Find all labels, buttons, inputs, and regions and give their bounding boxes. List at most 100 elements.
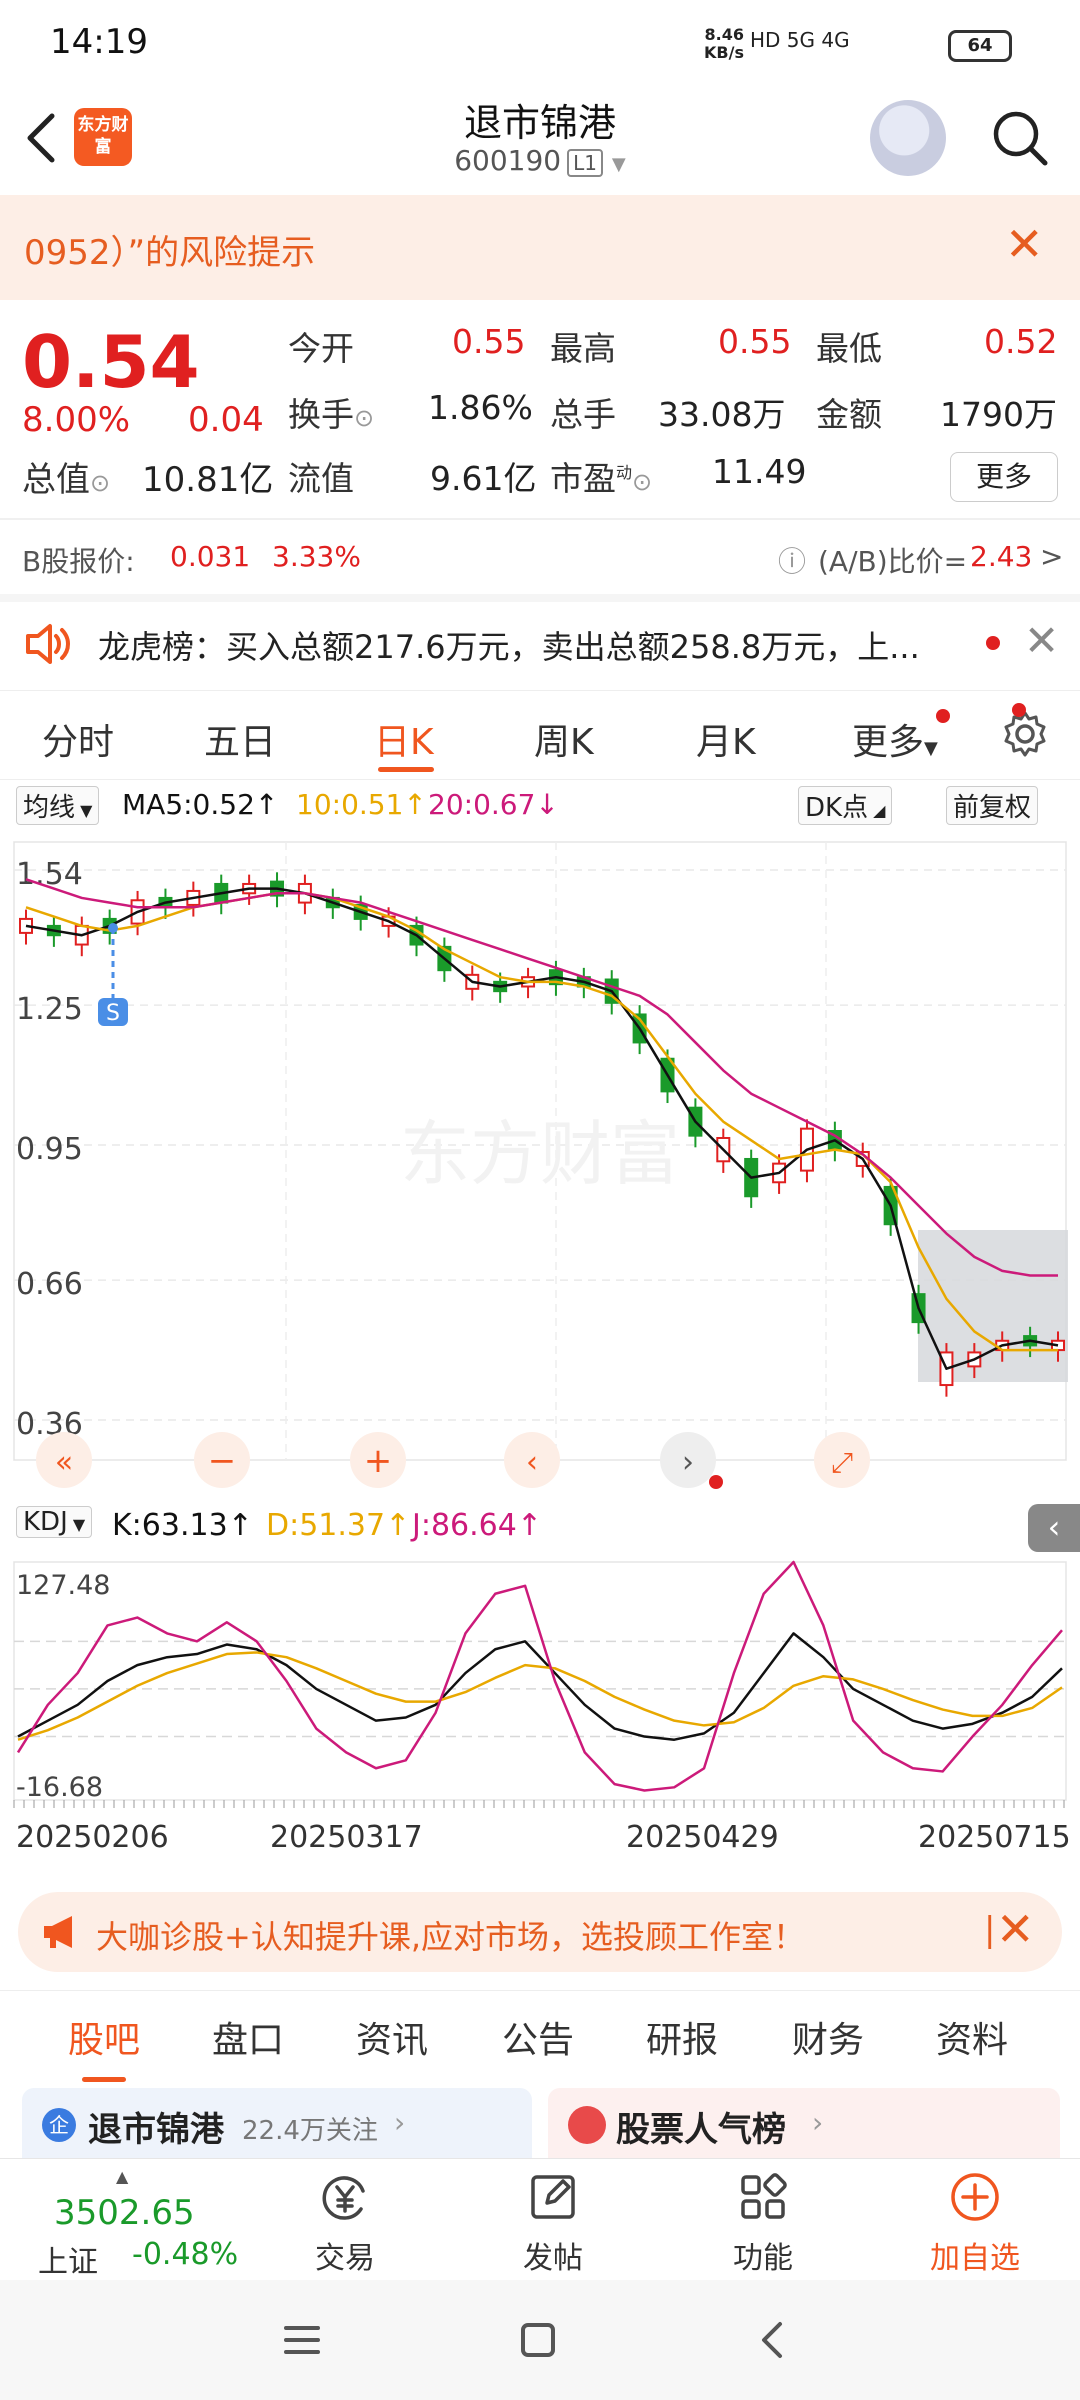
dragon-list-banner[interactable]: 龙虎榜：买入总额217.6万元，卖出总额258.8万元，上... ✕: [0, 600, 1080, 688]
ma-indicator-bar: 均线 ▼ MA5:0.52↑ 10:0.51↑ 20:0.67↓ DK点 ◢ 前…: [0, 782, 1080, 828]
mktcap-label[interactable]: 总值⊙: [22, 452, 110, 501]
unread-dot: [986, 636, 1000, 650]
ma20-line: [25, 878, 1058, 1277]
b-share-price: 0.031: [170, 540, 251, 573]
pe-label[interactable]: 市盈动⊙: [550, 452, 652, 500]
index-name: 上证: [38, 2245, 98, 2280]
plus-circle-icon: [951, 2173, 999, 2221]
tab-monthly-k[interactable]: 月K: [696, 713, 756, 765]
float-value: 9.61亿: [430, 459, 537, 498]
pe-value: 11.49: [712, 452, 807, 491]
net-speed: 8.46 KB/s: [704, 25, 744, 62]
follower-count: 22.4万关注: [242, 2116, 378, 2146]
close-icon[interactable]: ✕: [1024, 616, 1059, 665]
tab-profile[interactable]: 资料: [936, 2011, 1008, 2063]
index-pct: -0.48%: [132, 2237, 239, 2272]
speaker-icon: [26, 624, 70, 664]
assistant-robot-icon[interactable]: [870, 100, 946, 176]
forum-title: 退市锦港: [88, 2110, 224, 2150]
chart-badge-icon: [568, 2106, 606, 2144]
bottom-toolbar: ▲ 3502.65 上证 -0.48% 交易 发帖 功能 加自选: [0, 2158, 1080, 2280]
megaphone-icon: [44, 1916, 72, 1948]
post-button[interactable]: 发帖: [508, 2169, 598, 2277]
more-button[interactable]: 更多: [950, 452, 1058, 502]
search-icon[interactable]: [990, 108, 1050, 168]
collapse-panel-button[interactable]: ‹: [1028, 1504, 1080, 1552]
add-watchlist-button[interactable]: 加自选: [920, 2169, 1030, 2277]
chevron-right-icon: ›: [394, 2106, 406, 2139]
ma20-value: 20:0.67↓: [428, 788, 559, 821]
kdj-indicator-bar: KDJ ▼ K:63.13↑ D:51.37↑ J:86.64↑ ‹: [0, 1500, 1080, 1552]
b-share-pct: 3.33%: [272, 540, 361, 573]
enterprise-badge-icon: 企: [42, 2108, 76, 2142]
caret-up-icon: ▲: [116, 2167, 129, 2186]
open-label: 今开: [288, 329, 354, 368]
turnover-label[interactable]: 换手⊙: [288, 388, 374, 436]
content-tabs: 股吧 盘口 资讯 公告 研报 财务 资料: [0, 1990, 1080, 2091]
back-icon[interactable]: [754, 2320, 794, 2360]
trade-button[interactable]: 交易: [300, 2169, 390, 2277]
kline-chart[interactable]: 1.541.250.950.660.36 东方财富 S « − + ‹ › ⤢: [0, 828, 1080, 1500]
tab-daily-k[interactable]: 日K: [374, 713, 434, 765]
kdj-chart[interactable]: 127.48 -16.68: [0, 1552, 1080, 1830]
kdj-k-value: K:63.13↑: [112, 1508, 253, 1543]
s-marker[interactable]: S: [98, 923, 128, 1026]
tab-more[interactable]: 更多▼: [852, 713, 938, 765]
ma-selector[interactable]: 均线 ▼: [16, 786, 100, 825]
home-icon[interactable]: [518, 2320, 558, 2360]
ma5-value: MA5:0.52↑: [122, 788, 279, 821]
expand-icon: ⤢: [831, 1446, 853, 1479]
unread-dot: [1012, 703, 1026, 717]
plus-icon: +: [364, 1441, 393, 1481]
index-widget[interactable]: ▲ 3502.65 上证 -0.48%: [20, 2167, 250, 2280]
chevron-right-icon: >: [1040, 540, 1064, 573]
kdj-d-value: D:51.37↑: [266, 1508, 411, 1543]
double-chevron-left-icon: «: [55, 1445, 73, 1480]
help-icon[interactable]: ⓘ: [778, 540, 806, 580]
promo-banner[interactable]: 大咖诊股+认知提升课,应对市场，选投顾工作室！ | ✕: [18, 1892, 1062, 1972]
edit-icon: [531, 2175, 575, 2219]
risk-banner[interactable]: 0952）”的风险提示 ✕: [0, 195, 1080, 300]
menu-icon[interactable]: [282, 2320, 322, 2360]
kdj-j-value: J:86.64↑: [412, 1508, 542, 1543]
tab-orderbook[interactable]: 盘口: [212, 2011, 284, 2063]
tab-forum[interactable]: 股吧: [68, 2011, 140, 2063]
battery-icon: 64: [948, 30, 1012, 62]
network-icons: HD 5G 4G: [750, 28, 850, 52]
date-tick: 20250715: [918, 1820, 1071, 1855]
turnover-value: 1.86%: [428, 388, 533, 427]
ma10-value: 10:0.51↑: [296, 788, 427, 821]
watermark: 东方财富: [400, 1113, 680, 1195]
tab-weekly-k[interactable]: 周K: [534, 713, 594, 765]
b-share-row[interactable]: B股报价: 0.031 3.33% ⓘ (A/B)比价= 2.43 >: [0, 520, 1080, 595]
tab-five-day[interactable]: 五日: [204, 713, 276, 765]
adjust-selector[interactable]: 前复权: [946, 786, 1039, 825]
dk-point-selector[interactable]: DK点 ◢: [798, 786, 893, 825]
close-icon[interactable]: ✕: [1005, 217, 1044, 271]
risk-text: 0952）”的风险提示: [24, 233, 316, 273]
last-price: 0.54: [22, 320, 200, 404]
volume-value: 33.08万: [658, 395, 786, 434]
gear-icon[interactable]: [1000, 709, 1050, 759]
tab-financials[interactable]: 财务: [792, 2011, 864, 2063]
close-icon[interactable]: ✕: [996, 1902, 1035, 1956]
date-tick: 20250429: [626, 1820, 779, 1855]
popularity-card[interactable]: 股票人气榜 ›: [548, 2088, 1060, 2158]
price-tick-label: 1.25: [16, 992, 83, 1027]
tab-announcements[interactable]: 公告: [502, 2011, 574, 2063]
minus-icon: −: [208, 1441, 237, 1481]
forum-card[interactable]: 企 退市锦港 22.4万关注 ›: [22, 2088, 532, 2158]
kdj-selector[interactable]: KDJ ▼: [16, 1506, 93, 1538]
separator: |: [984, 1910, 996, 1950]
price-axis-labels: 1.541.250.950.660.36: [16, 857, 83, 1442]
function-button[interactable]: 功能: [718, 2169, 808, 2277]
price-tick-label: 0.95: [16, 1132, 83, 1167]
chart-period-tabs: 分时 五日 日K 周K 月K 更多▼: [0, 690, 1080, 780]
tab-intraday[interactable]: 分时: [42, 713, 114, 765]
tab-research[interactable]: 研报: [646, 2011, 718, 2063]
kdj-k-line: [17, 1632, 1063, 1741]
tab-news[interactable]: 资讯: [356, 2011, 428, 2063]
change-pct: 8.00%: [22, 400, 131, 440]
date-tick: 20250317: [270, 1820, 423, 1855]
active-tab-indicator: [82, 2077, 126, 2082]
